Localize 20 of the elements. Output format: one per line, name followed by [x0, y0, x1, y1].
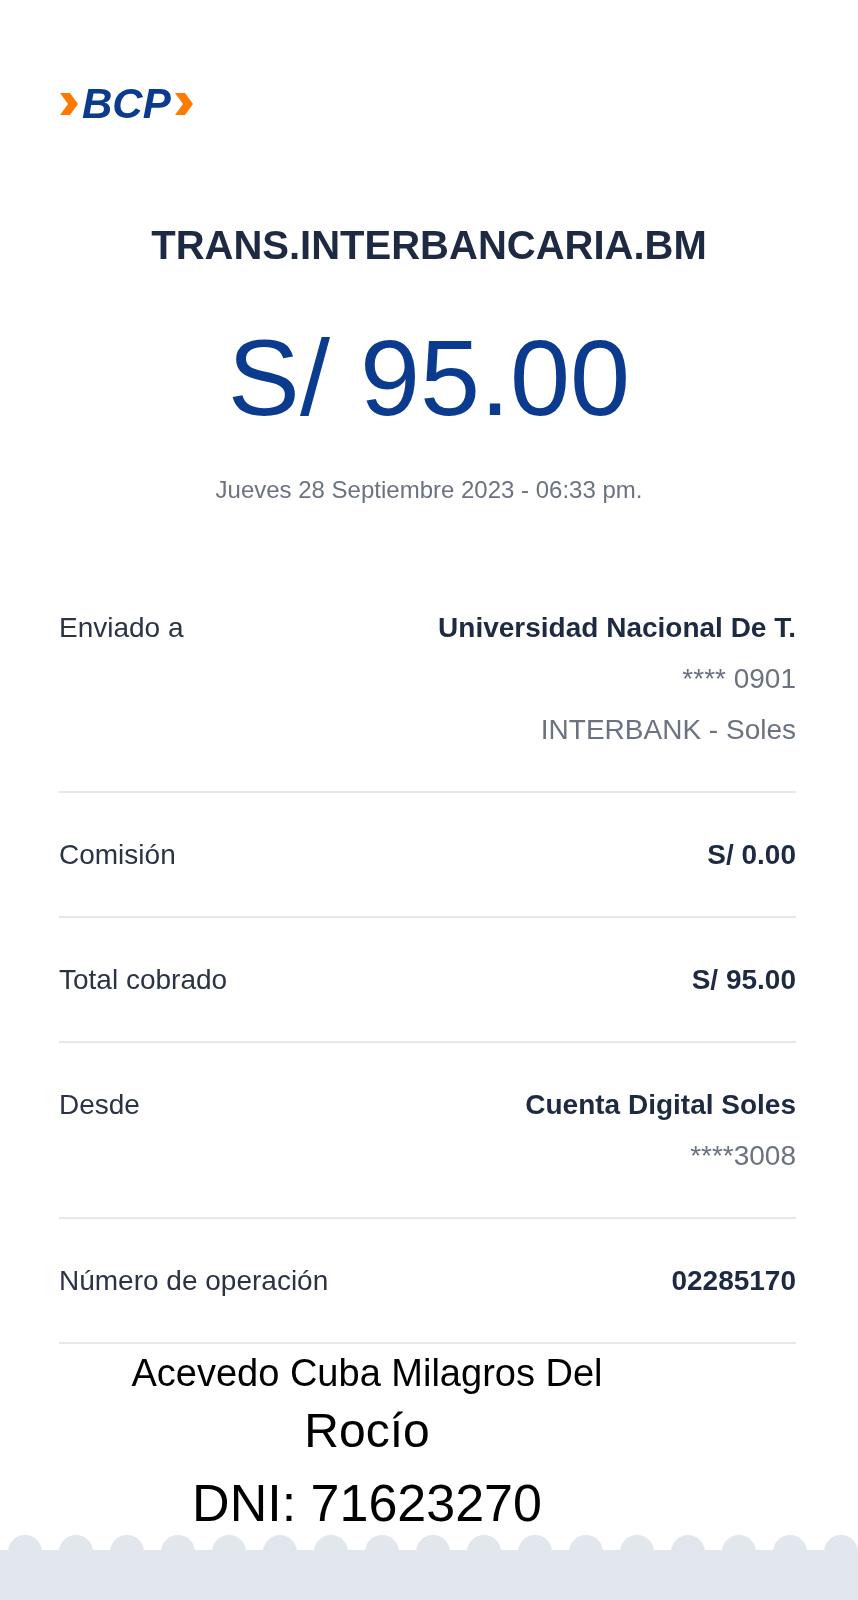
row-value: **** 0901 — [682, 662, 796, 696]
row-label: Comisión — [59, 838, 176, 872]
handwritten-note: Rocío — [304, 1403, 430, 1459]
row-value: S/ 95.00 — [691, 963, 796, 997]
transaction-title: TRANS.INTERBANCARIA.BM — [150, 222, 708, 269]
handwritten-note: Acevedo Cuba Milagros Del — [131, 1351, 603, 1396]
row-value: Cuenta Digital Soles — [525, 1088, 796, 1122]
row-value: 02285170 — [671, 1264, 796, 1298]
row-label: Desde — [59, 1088, 140, 1122]
amount: S/ 95.00 — [226, 316, 632, 440]
row-value: ****3008 — [690, 1139, 796, 1173]
date-time: Jueves 28 Septiembre 2023 - 06:33 pm. — [214, 475, 644, 505]
row-value: S/ 0.00 — [707, 838, 796, 872]
row-value: Universidad Nacional De T. — [438, 611, 796, 645]
row-label: Número de operación — [59, 1264, 329, 1298]
bank-logo: BCP — [58, 84, 195, 124]
row-value: INTERBANK - Soles — [540, 713, 796, 747]
row-label: Total cobrado — [59, 963, 228, 997]
row-label: Enviado a — [59, 611, 184, 645]
handwritten-note: DNI: 71623270 — [192, 1474, 542, 1532]
